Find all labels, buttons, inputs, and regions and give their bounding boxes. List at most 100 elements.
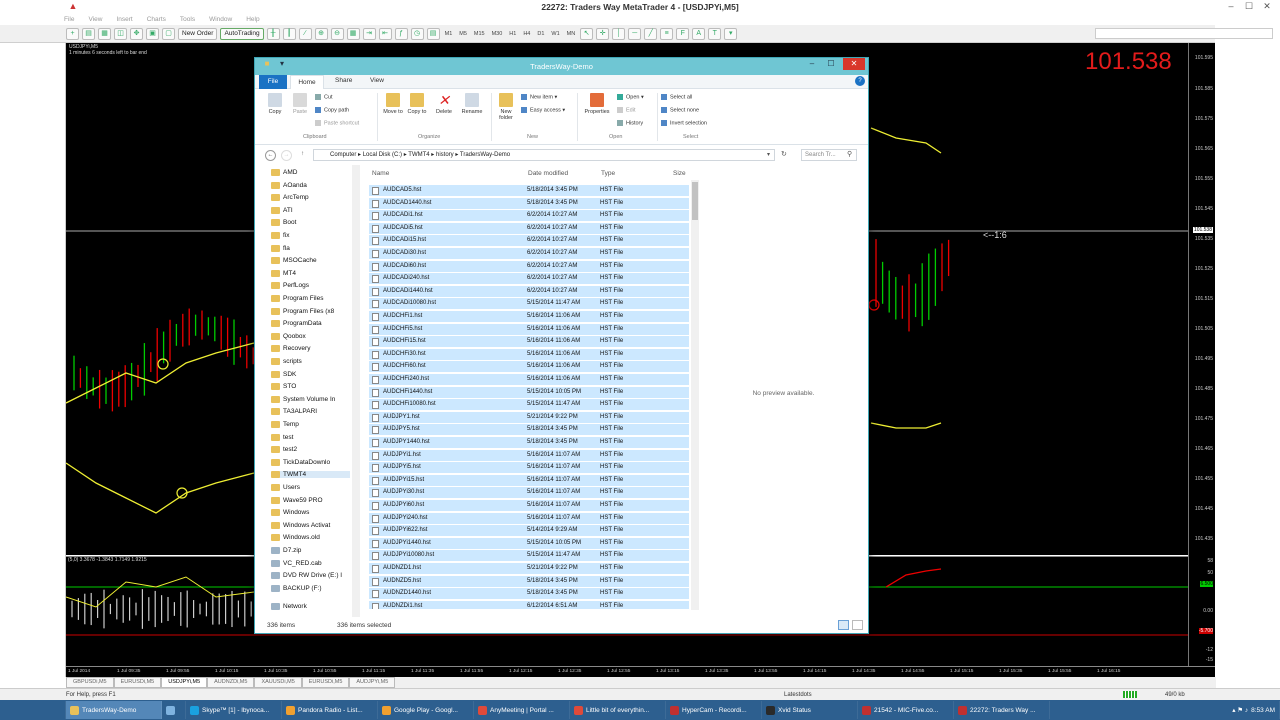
file-row[interactable]: AUDCHFi1440.hst 5/15/2014 10:05 PM HST Fil… bbox=[369, 386, 689, 399]
tf-mn[interactable]: MN bbox=[565, 31, 578, 37]
menu-charts[interactable]: Charts bbox=[147, 16, 166, 23]
nav-item[interactable]: TickDataDownlo bbox=[271, 458, 330, 466]
file-row[interactable]: AUDCADi60.hst 6/2/2014 10:27 AM HST File bbox=[369, 260, 689, 273]
minimize-icon[interactable]: – bbox=[803, 58, 821, 70]
menu-tools[interactable]: Tools bbox=[180, 16, 195, 23]
autotrading-button[interactable]: AutoTrading bbox=[220, 27, 264, 40]
list-scrollbar[interactable] bbox=[691, 180, 699, 610]
menu-window[interactable]: Window bbox=[209, 16, 232, 23]
file-row[interactable]: AUDCADi10080.hst 5/15/2014 11:47 AM HST Fi… bbox=[369, 298, 689, 311]
new-folder-button[interactable]: New folder bbox=[493, 93, 519, 121]
breadcrumb-item[interactable]: Local Disk (C:) bbox=[363, 152, 402, 158]
refresh-icon[interactable]: ↻ bbox=[781, 150, 787, 158]
profiles-icon[interactable]: ▤ bbox=[82, 27, 95, 40]
bar-chart-icon[interactable]: ╫ bbox=[266, 27, 280, 40]
file-row[interactable]: AUDCADi240.hst 6/2/2014 10:27 AM HST File bbox=[369, 273, 689, 286]
nav-item[interactable]: Qoobox bbox=[271, 332, 306, 340]
chart-tab[interactable]: EURUSDi,M5 bbox=[113, 677, 162, 688]
copy-path-button[interactable]: Copy path bbox=[315, 107, 349, 113]
close-icon[interactable]: ✕ bbox=[1258, 0, 1276, 12]
periods-icon[interactable]: ◷ bbox=[410, 27, 424, 40]
file-row[interactable]: AUDNZD5.hst 5/18/2014 3:45 PM HST File bbox=[369, 575, 689, 588]
tf-h4[interactable]: H4 bbox=[521, 31, 532, 37]
tiles-view-icon[interactable] bbox=[852, 620, 863, 630]
file-row[interactable]: AUDCHFi1.hst 5/16/2014 11:06 AM HST File bbox=[369, 311, 689, 323]
nav-item[interactable]: BACKUP (F:) bbox=[271, 584, 322, 592]
menu-file[interactable]: File bbox=[64, 16, 74, 23]
nav-item[interactable]: Network bbox=[271, 603, 307, 611]
file-row[interactable]: AUDCHFi15.hst 5/16/2014 11:06 AM HST File bbox=[369, 336, 689, 349]
file-row[interactable]: AUDJPY1440.hst 5/18/2014 3:45 PM HST File bbox=[369, 437, 689, 449]
nav-item[interactable]: Windows Activat bbox=[271, 521, 330, 529]
menu-view[interactable]: View bbox=[88, 16, 102, 23]
vline-icon[interactable]: │ bbox=[612, 27, 626, 40]
file-row[interactable]: AUDJPYi60.hst 5/16/2014 11:07 AM HST File bbox=[369, 500, 689, 512]
nav-item[interactable]: Users bbox=[271, 484, 300, 491]
breadcrumb-item[interactable]: Computer bbox=[330, 152, 356, 158]
col-date[interactable]: Date modified bbox=[528, 170, 568, 177]
col-size[interactable]: Size bbox=[673, 170, 686, 177]
address-dropdown-icon[interactable]: ▾ bbox=[767, 151, 770, 158]
nav-item[interactable]: Temp bbox=[271, 421, 299, 428]
fibo-icon[interactable]: F bbox=[676, 27, 690, 40]
file-list[interactable]: AUDCAD5.hst 5/18/2014 3:45 PM HST File AUDC… bbox=[369, 185, 689, 609]
file-row[interactable]: AUDCADi1.hst 6/2/2014 10:27 AM HST File bbox=[369, 210, 689, 223]
delete-button[interactable]: ✕ Delete bbox=[432, 93, 456, 115]
taskbar-item[interactable]: HyperCam - Recordi... bbox=[666, 701, 762, 719]
zoom-in-icon[interactable]: ⊕ bbox=[314, 27, 328, 40]
nav-item[interactable]: SDK bbox=[271, 370, 296, 378]
nav-item[interactable]: Windows.old bbox=[271, 534, 320, 542]
label-icon[interactable]: T bbox=[708, 27, 722, 40]
nav-item[interactable]: Windows bbox=[271, 509, 309, 517]
file-row[interactable]: AUDJPYi622.hst 5/14/2014 9:29 AM HST File bbox=[369, 525, 689, 538]
tf-h1[interactable]: H1 bbox=[507, 31, 518, 37]
tab-file[interactable]: File bbox=[259, 75, 287, 89]
invert-selection-button[interactable]: Invert selection bbox=[661, 120, 707, 126]
col-type[interactable]: Type bbox=[601, 170, 615, 177]
tf-m1[interactable]: M1 bbox=[443, 31, 455, 37]
tester-icon[interactable]: ▢ bbox=[162, 27, 175, 40]
new-chart-icon[interactable]: + bbox=[66, 27, 79, 40]
help-search-input[interactable] bbox=[1095, 28, 1273, 39]
tab-share[interactable]: Share bbox=[335, 77, 352, 84]
file-row[interactable]: AUDJPY5.hst 5/18/2014 3:45 PM HST File bbox=[369, 424, 689, 437]
taskbar-item[interactable]: Skype™ [1] - lbynoca... bbox=[186, 701, 282, 719]
back-icon[interactable]: ← bbox=[265, 150, 276, 161]
maximize-icon[interactable]: ☐ bbox=[1240, 0, 1258, 12]
trendline-icon[interactable]: ╱ bbox=[644, 27, 658, 40]
taskbar-item[interactable]: TradersWay-Demo bbox=[66, 701, 162, 719]
tf-m5[interactable]: M5 bbox=[457, 31, 469, 37]
file-row[interactable]: AUDJPYi1440.hst 5/15/2014 10:05 PM HST Fil… bbox=[369, 537, 689, 550]
breadcrumb-item[interactable]: TradersWay-Demo bbox=[460, 152, 510, 158]
taskbar-item[interactable]: Xvid Status bbox=[762, 701, 858, 719]
file-row[interactable]: AUDCHFi30.hst 5/16/2014 11:06 AM HST File bbox=[369, 348, 689, 361]
select-all-button[interactable]: Select all bbox=[661, 94, 692, 100]
chart-tab[interactable]: AUDJPYi,M5 bbox=[349, 677, 396, 688]
nav-item[interactable]: AMD bbox=[271, 169, 297, 176]
breadcrumb-item[interactable]: history bbox=[436, 152, 454, 158]
tf-m30[interactable]: M30 bbox=[490, 31, 505, 37]
file-row[interactable]: AUDCHFi60.hst 5/16/2014 11:06 AM HST File bbox=[369, 361, 689, 374]
scroll-thumb[interactable] bbox=[692, 182, 698, 220]
breadcrumb[interactable]: Computer ▸ Local Disk (C:) ▸ TWMT4 ▸ his… bbox=[313, 149, 775, 161]
nav-item[interactable]: TWMT4 bbox=[271, 471, 350, 479]
nav-item[interactable]: scripts bbox=[271, 358, 302, 365]
details-view-icon[interactable] bbox=[838, 620, 849, 630]
navigation-pane[interactable]: AMD AOanda ArcTemp ATI Boot fix fla MSOCache MT4… bbox=[255, 165, 352, 617]
nav-item[interactable]: D7.zip bbox=[271, 547, 301, 554]
taskbar-item[interactable]: 22272: Traders Way ... bbox=[954, 701, 1050, 719]
start-area[interactable] bbox=[0, 701, 66, 719]
copy-button[interactable]: Copy bbox=[263, 93, 287, 115]
data-window-icon[interactable]: ◫ bbox=[114, 27, 127, 40]
tab-home[interactable]: Home bbox=[290, 75, 324, 89]
nav-item[interactable]: Wave59 PRO bbox=[271, 496, 323, 504]
select-none-button[interactable]: Select none bbox=[661, 107, 699, 113]
crosshair-icon[interactable]: ✛ bbox=[596, 27, 610, 40]
terminal-icon[interactable]: ▣ bbox=[146, 27, 159, 40]
nav-item[interactable]: MT4 bbox=[271, 269, 296, 277]
file-row[interactable]: AUDCHFi240.hst 5/16/2014 11:06 AM HST File bbox=[369, 374, 689, 386]
indicators-icon[interactable]: ƒ bbox=[394, 27, 408, 40]
col-name[interactable]: Name bbox=[372, 170, 389, 177]
edit-button[interactable]: Edit bbox=[617, 107, 635, 113]
file-row[interactable]: AUDCHFi5.hst 5/16/2014 11:06 AM HST File bbox=[369, 323, 689, 336]
